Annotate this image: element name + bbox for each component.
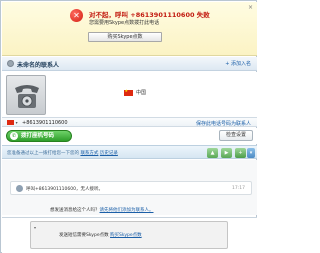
phone-number-bar: ▾ +8613901110600 保存此电话号码为联系人	[2, 117, 257, 127]
china-flag-icon	[124, 88, 133, 96]
call-button-label: 拨打座机号码	[21, 133, 55, 139]
close-banner-icon[interactable]: ×	[248, 4, 253, 11]
add-contact-link[interactable]: + 添加入名	[225, 60, 251, 67]
sms-text: 发送短信需要Skype点数	[59, 233, 109, 238]
call-event-message: 呼叫+8613901110600，无人接听。 17:17	[10, 181, 252, 195]
add-people-icon[interactable]: +	[235, 148, 246, 158]
contact-name: 未命名的联系人	[17, 62, 60, 69]
info-text: 您准备通过以上一拨打给您一下您的 联系方式 历史记录	[7, 150, 118, 156]
buy-credit-link[interactable]: 购买Skype点数	[110, 233, 142, 238]
message-text: 呼叫+8613901110600，无人接听。	[26, 186, 103, 192]
phone-icon: ✆	[10, 132, 18, 140]
error-x-icon: ✕	[70, 9, 83, 22]
contact-country: 中国	[124, 88, 147, 96]
call-landline-button[interactable]: ✆ 拨打座机号码	[6, 130, 72, 142]
banner-title: 对不起，呼叫 +8613901110600 失败	[89, 11, 210, 19]
skype-conversation-window: ✕ 对不起，呼叫 +8613901110600 失败 您需要用Skype点数拨打…	[0, 0, 257, 253]
add-as-contact-link[interactable]: 请先将他们添加为联系人。	[100, 208, 154, 213]
sms-credit-notice: 发送短信需要Skype点数 购买Skype点数	[59, 232, 142, 238]
country-selector[interactable]: ▾	[7, 120, 18, 126]
china-flag-icon	[7, 120, 14, 125]
info-message: 您准备通过以上一拨打给您一下您的	[7, 150, 79, 156]
save-number-as-contact-link[interactable]: 保存此电话号码为联系人	[196, 120, 251, 127]
history-link[interactable]: 历史记录	[100, 151, 118, 156]
buy-skype-credit-button[interactable]: 购买Skype点数	[88, 32, 162, 42]
call-actions: ✆ 拨打座机号码 检查设置	[2, 128, 257, 144]
message-time: 17:17	[232, 185, 245, 191]
contact-profile: 中国	[2, 72, 257, 117]
more-options-icon[interactable]: ▾	[247, 148, 255, 158]
call-event-icon	[16, 185, 23, 192]
info-bar: 您准备通过以上一拨打给您一下您的 联系方式 历史记录 ▲ ▶ + ▾	[2, 145, 257, 159]
check-settings-button[interactable]: 检查设置	[219, 130, 253, 141]
prompt-text: 想发送消息给这个人吗？	[50, 208, 100, 213]
message-input-area: ▾ 发送短信需要Skype点数 购买Skype点数	[2, 217, 257, 253]
phone-number-field[interactable]: +8613901110600	[22, 120, 68, 126]
country-label: 中国	[136, 90, 147, 96]
status-icon	[7, 60, 14, 67]
banner-subtitle: 您需要用Skype点数拨打此电话	[89, 20, 160, 26]
video-call-icon[interactable]: ▶	[221, 148, 232, 158]
chevron-down-icon: ▾	[15, 120, 18, 125]
send-file-icon[interactable]: ▲	[207, 148, 218, 158]
message-input[interactable]: ▾ 发送短信需要Skype点数 购买Skype点数	[30, 221, 228, 249]
chat-history: 呼叫+8613901110600，无人接听。 17:17 想发送消息给这个人吗？…	[2, 160, 257, 215]
avatar	[6, 75, 46, 115]
chevron-down-icon[interactable]: ▾	[34, 225, 36, 230]
add-contact-prompt: 想发送消息给这个人吗？请先将他们添加为联系人。	[50, 207, 154, 213]
call-failed-banner: ✕ 对不起，呼叫 +8613901110600 失败 您需要用Skype点数拨打…	[2, 2, 257, 56]
contact-header: 未命名的联系人 + 添加入名	[2, 57, 257, 71]
contact-info-link[interactable]: 联系方式	[80, 151, 98, 156]
telephone-avatar-icon	[15, 85, 39, 108]
